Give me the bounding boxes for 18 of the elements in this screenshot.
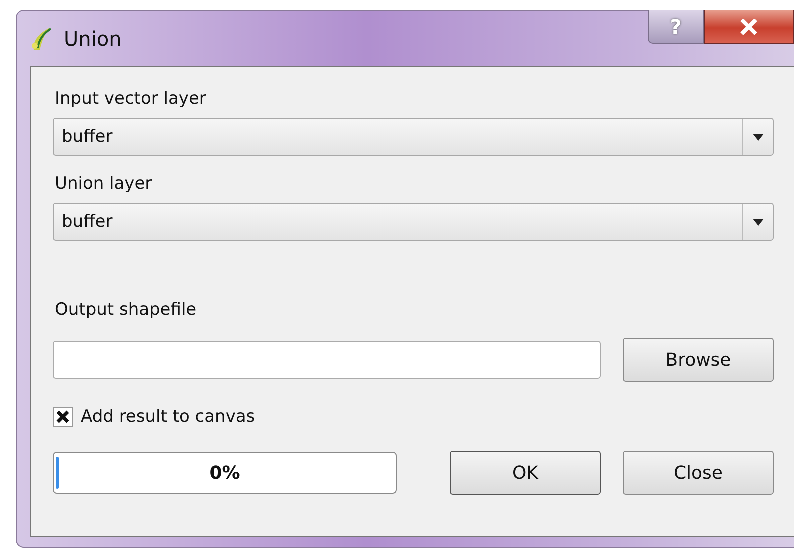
- browse-button[interactable]: Browse: [623, 338, 774, 382]
- progress-reading: 0%: [210, 462, 240, 484]
- field-label: Output shapefile: [55, 300, 198, 320]
- close-button[interactable]: [704, 10, 794, 44]
- dropdown-arrow-icon: [752, 218, 764, 226]
- output-path-field[interactable]: [53, 341, 601, 379]
- window-title: Union: [64, 26, 122, 50]
- dropdown-arrow-icon: [752, 134, 764, 140]
- add-result-checkbox[interactable]: Add result to canvas: [53, 407, 774, 427]
- field-label: Union layer: [55, 174, 152, 194]
- checkbox-icon[interactable]: [53, 407, 73, 427]
- close-icon: [740, 18, 758, 34]
- layer-dropdown[interactable]: buffer: [53, 203, 774, 241]
- layer-dropdown[interactable]: buffer: [53, 118, 774, 156]
- field-label: Input vector layer: [55, 89, 206, 109]
- close-dialog-button[interactable]: Close: [623, 451, 774, 495]
- ok-button[interactable]: OK: [450, 451, 601, 495]
- app-logo-icon: [30, 26, 54, 52]
